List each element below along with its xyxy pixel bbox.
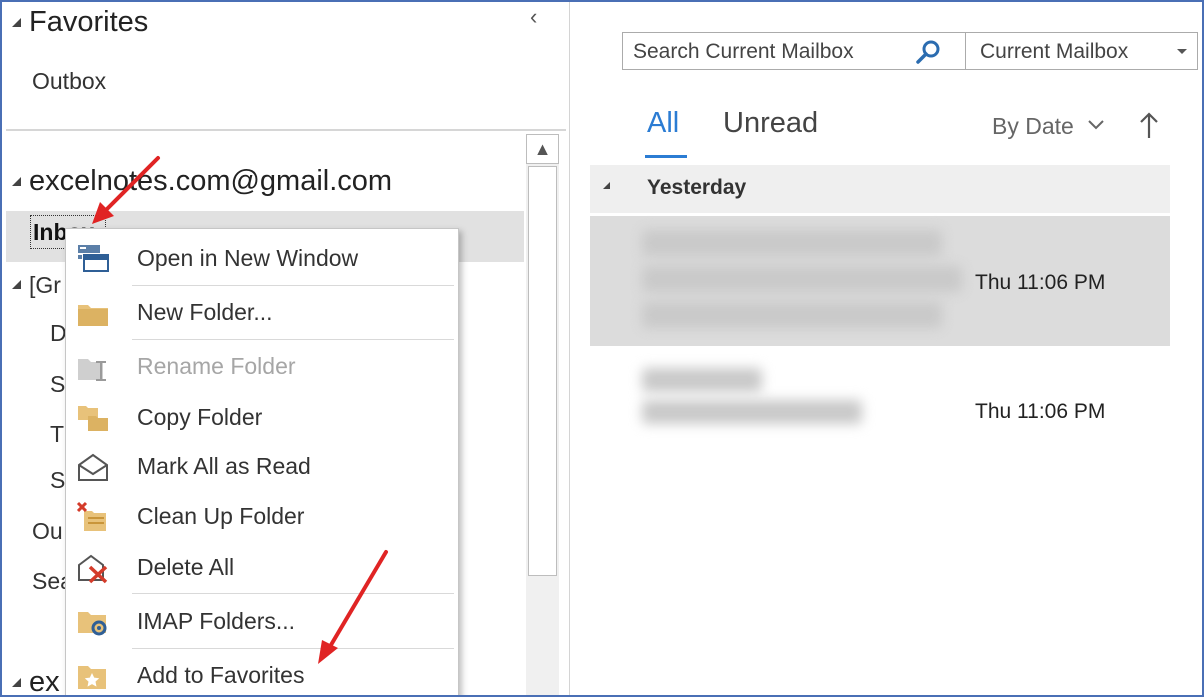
- menu-item-open-in-new-window[interactable]: Open in New Window: [66, 233, 458, 283]
- folder-item[interactable]: T: [50, 421, 64, 448]
- favorite-item-outbox[interactable]: Outbox: [32, 68, 106, 95]
- mail-time: Thu 11:06 PM: [975, 271, 1106, 294]
- mail-item[interactable]: Thu 11:06 PM: [590, 350, 1170, 480]
- folder-group-label: [Gr: [29, 272, 61, 298]
- mail-list-pane: Current Mailbox All Unread By Date Yeste…: [569, 2, 1202, 695]
- collapse-triangle-icon[interactable]: [603, 182, 610, 189]
- menu-item-mark-all-as-read[interactable]: Mark All as Read: [66, 441, 458, 491]
- search-input[interactable]: [633, 40, 913, 64]
- folder-context-menu: Open in New Window New Folder... Rename …: [65, 228, 459, 695]
- menu-item-label: Delete All: [137, 554, 235, 580]
- menu-item-copy-folder[interactable]: Copy Folder: [66, 392, 458, 442]
- menu-item-label: IMAP Folders...: [137, 608, 296, 634]
- sort-by-dropdown[interactable]: By Date: [992, 113, 1074, 140]
- menu-item-label: New Folder...: [137, 299, 273, 325]
- expand-triangle-icon[interactable]: [12, 678, 21, 687]
- menu-separator: [132, 285, 454, 286]
- pane-divider: [6, 129, 566, 131]
- app-window: ‹ Favorites Outbox excelnotes.com@gmail.…: [0, 0, 1204, 697]
- new-window-icon: [78, 245, 109, 272]
- menu-separator: [132, 648, 454, 649]
- folder-item[interactable]: Ou: [32, 518, 63, 545]
- folder-item[interactable]: S: [50, 371, 65, 398]
- menu-item-label: Open in New Window: [137, 245, 359, 271]
- date-group-label: Yesterday: [647, 176, 747, 199]
- tab-all[interactable]: All: [647, 107, 679, 140]
- favorites-header[interactable]: Favorites: [12, 6, 148, 39]
- copy-folder-icon: [78, 406, 108, 431]
- menu-separator: [132, 593, 454, 594]
- rename-folder-icon: [78, 359, 106, 381]
- imap-folders-icon: [78, 612, 107, 636]
- search-box[interactable]: [622, 32, 966, 70]
- favorites-label: Favorites: [29, 6, 149, 38]
- menu-item-imap-folders[interactable]: IMAP Folders...: [66, 596, 458, 646]
- menu-item-label: Add to Favorites: [137, 662, 305, 688]
- delete-all-icon: [78, 554, 108, 584]
- active-tab-indicator: [645, 155, 687, 158]
- add-favorite-icon: [78, 666, 106, 689]
- blurred-preview: [642, 302, 942, 328]
- search-scope-dropdown[interactable]: Current Mailbox: [965, 32, 1198, 70]
- account-header[interactable]: excelnotes.com@gmail.com: [12, 165, 392, 198]
- menu-item-clean-up-folder[interactable]: Clean Up Folder: [66, 491, 458, 541]
- second-account-label: ex: [29, 666, 60, 697]
- folder-scrollbar[interactable]: ▲: [526, 134, 559, 695]
- blurred-sender: [642, 230, 942, 256]
- menu-item-label: Rename Folder: [137, 353, 296, 379]
- menu-item-add-to-favorites[interactable]: Add to Favorites: [66, 650, 458, 695]
- scroll-up-arrow-icon[interactable]: ▲: [526, 134, 559, 164]
- dropdown-arrow-icon: [1177, 49, 1187, 54]
- expand-triangle-icon[interactable]: [12, 18, 21, 27]
- expand-triangle-icon[interactable]: [12, 280, 21, 289]
- blurred-subject: [642, 266, 962, 292]
- scroll-thumb[interactable]: [528, 166, 557, 576]
- clean-up-folder-icon: [76, 501, 106, 531]
- folder-icon: [78, 305, 108, 326]
- menu-item-rename-folder[interactable]: Rename Folder: [66, 341, 458, 391]
- mail-item[interactable]: Thu 11:06 PM: [590, 216, 1170, 346]
- second-account-header[interactable]: ex: [12, 666, 60, 697]
- search-icon[interactable]: [913, 38, 943, 66]
- menu-item-label: Clean Up Folder: [137, 503, 305, 529]
- menu-separator: [132, 339, 454, 340]
- account-label: excelnotes.com@gmail.com: [29, 165, 393, 197]
- menu-item-delete-all[interactable]: Delete All: [66, 542, 458, 592]
- collapse-pane-icon[interactable]: ‹: [530, 4, 537, 30]
- menu-item-label: Mark All as Read: [137, 453, 311, 479]
- tab-unread[interactable]: Unread: [723, 107, 818, 140]
- folder-group-row[interactable]: [Gr: [12, 272, 61, 299]
- sort-direction-up-icon[interactable]: [1138, 110, 1160, 140]
- blurred-subject: [642, 400, 862, 424]
- mail-time: Thu 11:06 PM: [975, 400, 1106, 423]
- menu-item-new-folder[interactable]: New Folder...: [66, 287, 458, 337]
- search-scope-label: Current Mailbox: [980, 40, 1129, 63]
- expand-triangle-icon[interactable]: [12, 177, 21, 186]
- open-envelope-icon: [78, 453, 108, 481]
- menu-item-label: Copy Folder: [137, 404, 263, 430]
- folder-item[interactable]: S: [50, 467, 65, 494]
- blurred-sender: [642, 368, 762, 392]
- chevron-down-icon[interactable]: [1087, 115, 1105, 133]
